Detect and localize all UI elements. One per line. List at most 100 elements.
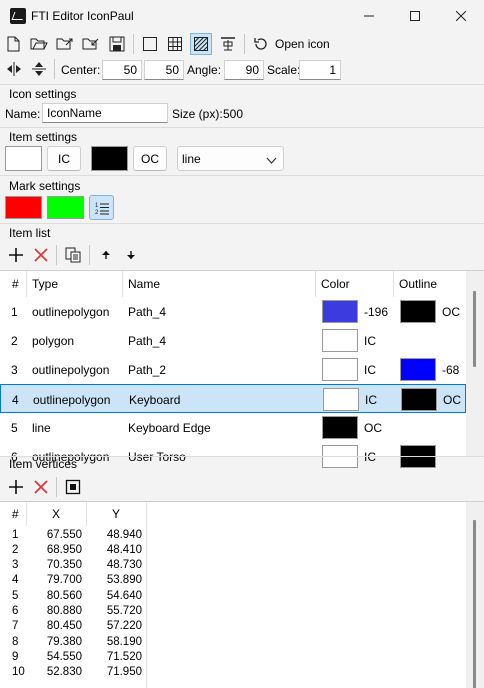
scrollbar-thumb[interactable] bbox=[473, 520, 476, 688]
item-row-number: 5 bbox=[11, 420, 18, 435]
numbered-list-icon[interactable]: 12 bbox=[89, 195, 114, 220]
toolbar-separator bbox=[244, 34, 245, 54]
app-logo-icon bbox=[10, 8, 26, 24]
minimize-button[interactable] bbox=[346, 0, 392, 32]
vertex-row-x: 79.700 bbox=[46, 574, 82, 587]
vertex-row[interactable]: 4 79.700 53.890 bbox=[0, 573, 150, 588]
vertex-row[interactable]: 7 80.450 57.220 bbox=[0, 619, 150, 634]
toolbar-separator bbox=[133, 34, 134, 54]
vertex-row[interactable]: 6 80.880 55.720 bbox=[0, 604, 150, 619]
vertex-row-y: 71.950 bbox=[106, 666, 142, 679]
move-up-icon[interactable] bbox=[96, 245, 116, 265]
vertex-column-header-y[interactable]: Y bbox=[86, 502, 146, 526]
vertex-column-header-num[interactable]: # bbox=[6, 502, 19, 526]
new-file-icon[interactable] bbox=[4, 34, 24, 54]
column-header-outline[interactable]: Outline bbox=[393, 271, 437, 297]
item-outline-swatch[interactable] bbox=[91, 146, 128, 171]
item-row-type: outlinepolygon bbox=[32, 304, 110, 319]
vertex-row-y: 53.890 bbox=[106, 574, 142, 587]
icon-name-input[interactable]: IconName bbox=[42, 103, 168, 123]
item-vertices-heading: Item vertices bbox=[9, 457, 78, 471]
vertex-row-y: 48.940 bbox=[106, 528, 142, 541]
item-row-color-swatch[interactable] bbox=[322, 416, 358, 439]
item-list-row[interactable]: 1 outlinepolygon Path_4 -196 OC bbox=[0, 297, 466, 326]
angle-input[interactable]: 90 bbox=[224, 60, 264, 80]
add-item-icon[interactable] bbox=[6, 245, 26, 265]
item-row-name: Keyboard bbox=[129, 392, 181, 407]
item-row-number: 4 bbox=[12, 392, 19, 407]
item-outline-code-button[interactable]: OC bbox=[133, 146, 167, 171]
item-list-row[interactable]: 3 outlinepolygon Path_2 IC -68 bbox=[0, 355, 466, 384]
open-folder-icon[interactable] bbox=[29, 34, 49, 54]
flip-vertical-icon[interactable] bbox=[29, 59, 49, 79]
grid-icon[interactable] bbox=[165, 34, 185, 54]
column-header-name[interactable]: Name bbox=[122, 271, 160, 297]
scale-input[interactable]: 1 bbox=[299, 60, 341, 80]
item-list-row[interactable]: 4 outlinepolygon Keyboard IC OC bbox=[0, 384, 466, 413]
open-icon-button[interactable]: Open icon bbox=[275, 37, 330, 51]
save-icon[interactable] bbox=[107, 34, 127, 54]
item-row-color-swatch[interactable] bbox=[322, 300, 358, 323]
center-y-input[interactable]: 50 bbox=[144, 60, 184, 80]
divider bbox=[0, 175, 484, 176]
divider bbox=[0, 127, 484, 128]
vertex-column-header-x[interactable]: X bbox=[26, 502, 86, 526]
vertex-row[interactable]: 9 54.550 71.520 bbox=[0, 649, 150, 664]
item-row-color-swatch[interactable] bbox=[322, 329, 358, 352]
delete-vertex-icon[interactable] bbox=[31, 477, 51, 497]
toolbar-separator bbox=[54, 59, 55, 79]
item-row-name: Path_4 bbox=[128, 304, 167, 319]
item-row-outline-swatch[interactable] bbox=[400, 300, 436, 323]
item-color-code-button[interactable]: IC bbox=[47, 146, 81, 171]
item-list-heading: Item list bbox=[9, 226, 51, 240]
align-top-icon[interactable] bbox=[218, 34, 238, 54]
item-row-outline-swatch[interactable] bbox=[401, 388, 437, 411]
export-folder-icon[interactable] bbox=[81, 34, 101, 54]
copy-icon[interactable] bbox=[63, 245, 83, 265]
undo-icon[interactable] bbox=[250, 34, 270, 54]
column-header-num[interactable]: # bbox=[6, 271, 19, 297]
vertex-row[interactable]: 3 70.350 48.730 bbox=[0, 558, 150, 573]
flip-horizontal-icon[interactable] bbox=[4, 59, 24, 79]
delete-item-icon[interactable] bbox=[31, 245, 51, 265]
vertex-row-x: 52.830 bbox=[46, 666, 82, 679]
item-row-number: 3 bbox=[11, 362, 18, 377]
maximize-button[interactable] bbox=[392, 0, 438, 32]
item-row-outline-label: OC bbox=[443, 392, 461, 407]
divider bbox=[0, 84, 484, 85]
move-down-icon[interactable] bbox=[121, 245, 141, 265]
vertex-row-y: 48.410 bbox=[106, 543, 142, 556]
vertex-row[interactable]: 8 79.380 58.190 bbox=[0, 634, 150, 649]
vertex-row[interactable]: 5 80.560 54.640 bbox=[0, 588, 150, 603]
item-row-outline-swatch[interactable] bbox=[400, 358, 436, 381]
mark-settings-heading: Mark settings bbox=[9, 179, 81, 193]
import-folder-icon[interactable] bbox=[55, 34, 75, 54]
item-list-row[interactable]: 2 polygon Path_4 IC bbox=[0, 326, 466, 355]
item-list-scrollbar[interactable] bbox=[466, 271, 484, 457]
vertex-row[interactable]: 1 67.550 48.940 bbox=[0, 527, 150, 542]
column-header-color[interactable]: Color bbox=[315, 271, 350, 297]
vertex-row[interactable]: 10 52.830 71.950 bbox=[0, 665, 150, 680]
hatch-fill-icon[interactable] bbox=[190, 33, 212, 55]
square-canvas-icon[interactable] bbox=[140, 34, 160, 54]
item-row-color-label: IC bbox=[365, 392, 377, 407]
scrollbar-thumb[interactable] bbox=[473, 291, 476, 367]
mark-color-swatch-2[interactable] bbox=[47, 196, 84, 219]
vertex-row-x: 80.450 bbox=[46, 620, 82, 633]
add-vertex-icon[interactable] bbox=[6, 477, 26, 497]
window-title: FTI Editor IconPaul bbox=[31, 9, 134, 23]
item-list-row[interactable]: 5 line Keyboard Edge OC bbox=[0, 413, 466, 442]
center-x-input[interactable]: 50 bbox=[102, 60, 142, 80]
vertex-row-x: 67.550 bbox=[46, 528, 82, 541]
close-button[interactable] bbox=[438, 0, 484, 32]
item-row-color-swatch[interactable] bbox=[323, 388, 359, 411]
item-color-swatch[interactable] bbox=[5, 146, 42, 171]
toolbar-separator bbox=[89, 245, 90, 265]
select-vertex-icon[interactable] bbox=[63, 477, 83, 497]
vertex-table-scrollbar[interactable] bbox=[466, 502, 484, 688]
mark-color-swatch-1[interactable] bbox=[5, 196, 42, 219]
item-row-color-swatch[interactable] bbox=[322, 358, 358, 381]
vertex-row[interactable]: 2 68.950 48.410 bbox=[0, 542, 150, 557]
column-header-type[interactable]: Type bbox=[26, 271, 58, 297]
icon-settings-heading: Icon settings bbox=[9, 87, 77, 101]
